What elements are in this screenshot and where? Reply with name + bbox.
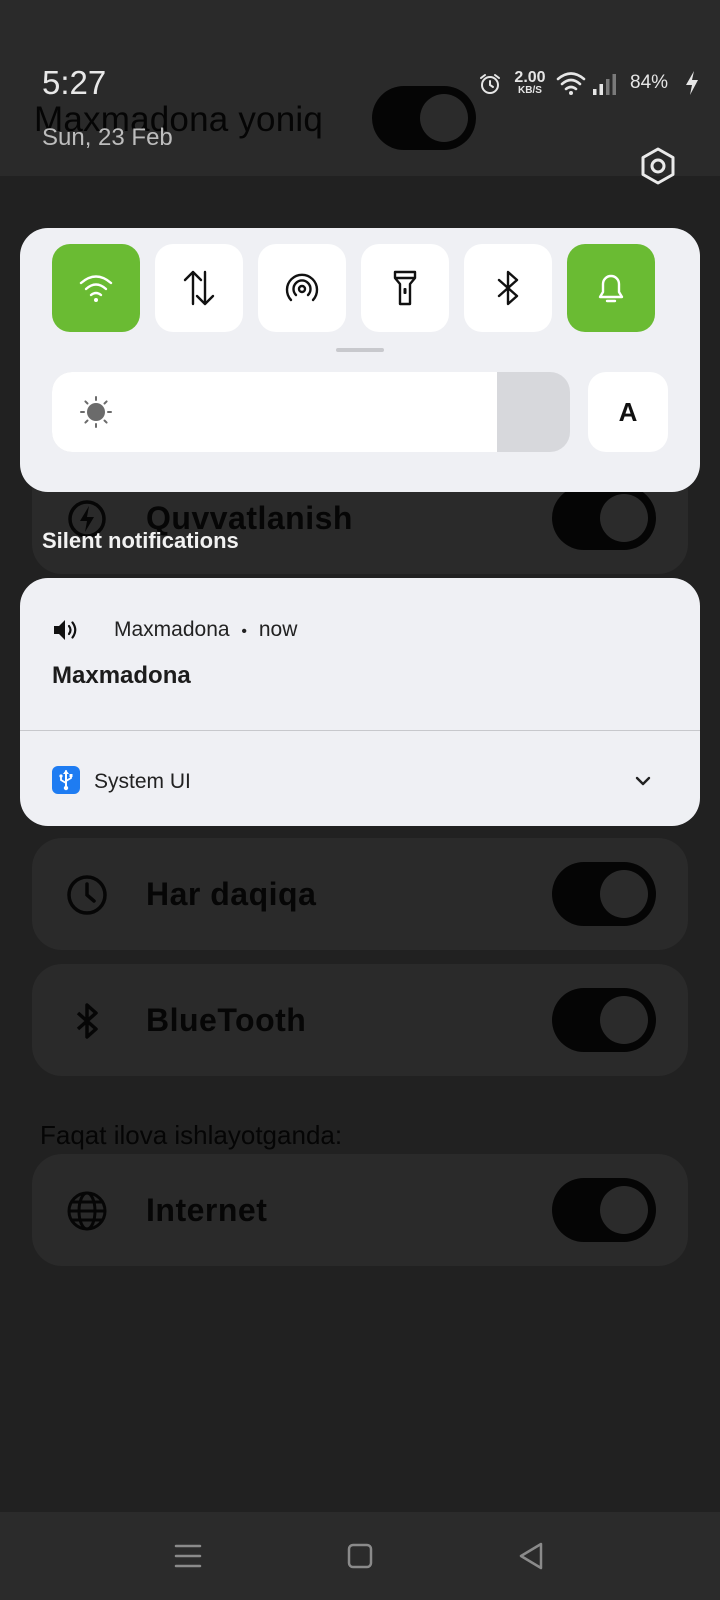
charging-toggle[interactable] [552, 486, 656, 550]
alarm-icon [480, 74, 500, 94]
wifi-icon [556, 72, 586, 95]
charging-icon [686, 71, 698, 95]
card-label: Internet [146, 1192, 268, 1228]
hotspot-tile[interactable] [258, 244, 346, 332]
speaker-icon [54, 620, 77, 640]
menu-icon[interactable] [164, 1532, 212, 1580]
back-icon[interactable] [508, 1532, 556, 1580]
status-date: Sun, 23 Feb [42, 124, 173, 151]
bluetooth-icon [76, 1003, 98, 1039]
notification-app-name: Maxmadona [114, 618, 230, 641]
toggle-knob [600, 494, 648, 542]
wifi-icon [79, 275, 113, 302]
every-minute-toggle[interactable] [552, 862, 656, 926]
brightness-sun-icon [80, 396, 112, 428]
brightness-slider[interactable] [52, 372, 570, 452]
net-speed-value: 2.00 [514, 69, 546, 86]
chevron-down-icon[interactable] [632, 770, 654, 792]
settings-gear-icon[interactable] [638, 146, 678, 186]
notification-title: Maxmadona [52, 662, 191, 689]
notification-card[interactable]: Maxmadona • now Maxmadona System UI [20, 578, 700, 826]
wifi-tile[interactable] [52, 244, 140, 332]
sound-tile[interactable] [567, 244, 655, 332]
net-speed-unit: KB/S [518, 85, 542, 96]
card-label: Har daqiqa [146, 876, 317, 912]
toggle-knob [600, 996, 648, 1044]
card-internet: Internet [32, 1154, 688, 1266]
bluetooth-icon [497, 270, 519, 306]
section-note: Faqat ilova ishlayotganda: [40, 1120, 343, 1150]
notification-separator: • [241, 623, 248, 640]
hotspot-icon [285, 273, 319, 302]
notification-divider [20, 730, 700, 731]
notification-app-line: Maxmadona • now [114, 618, 297, 642]
auto-brightness-button[interactable]: A [588, 372, 668, 452]
notification-group-app: System UI [94, 770, 191, 793]
clock-icon [67, 875, 107, 915]
globe-icon [67, 1191, 107, 1231]
home-icon[interactable] [336, 1532, 384, 1580]
card-every-minute: Har daqiqa [32, 838, 688, 950]
silent-notifications-heading: Silent notifications [42, 528, 239, 553]
toggle-knob [600, 1186, 648, 1234]
quick-settings-panel: A [20, 228, 700, 492]
battery-percent: 84% [630, 72, 669, 93]
card-bluetooth: BlueTooth [32, 964, 688, 1076]
card-label: BlueTooth [146, 1002, 307, 1038]
panel-drag-handle[interactable] [336, 348, 384, 352]
notification-header: Maxmadona • now [52, 614, 652, 646]
toggle-knob [600, 870, 648, 918]
usb-icon [52, 766, 80, 794]
bluetooth-tile[interactable] [464, 244, 552, 332]
status-time: 5:27 [42, 64, 107, 101]
mobile-data-tile[interactable] [155, 244, 243, 332]
internet-toggle[interactable] [552, 1178, 656, 1242]
flashlight-tile[interactable] [361, 244, 449, 332]
navigation-bar [0, 1512, 720, 1600]
bell-icon [598, 274, 624, 303]
data-arrows-icon [183, 270, 215, 306]
status-icons: 2.00 KB/S 84% [460, 64, 720, 104]
net-speed: 2.00 KB/S [510, 70, 550, 96]
notification-time: now [258, 618, 298, 641]
flashlight-icon [393, 270, 417, 306]
brightness-fill [52, 372, 498, 452]
signal-icon [593, 74, 616, 95]
bluetooth-toggle[interactable] [552, 988, 656, 1052]
